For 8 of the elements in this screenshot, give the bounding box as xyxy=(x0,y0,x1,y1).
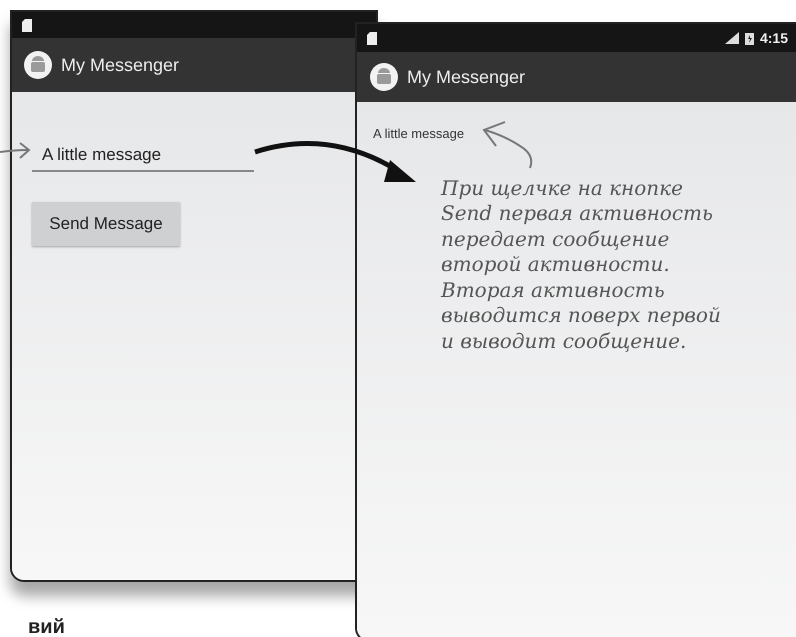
app-title: My Messenger xyxy=(407,66,526,89)
caption-text: вий xyxy=(28,615,65,637)
received-message: A little message xyxy=(373,125,466,143)
status-time: 4:15 xyxy=(760,28,788,48)
app-title: My Messenger xyxy=(61,54,180,77)
message-field[interactable]: A little message xyxy=(32,142,254,172)
annotation-text: При щелчке на кнопке Send первая активность передает сообщение второй активности. Вторая активность выводится поверх первой и выводит сообщение. xyxy=(441,176,722,354)
send-message-button[interactable]: Send Message xyxy=(32,202,180,246)
